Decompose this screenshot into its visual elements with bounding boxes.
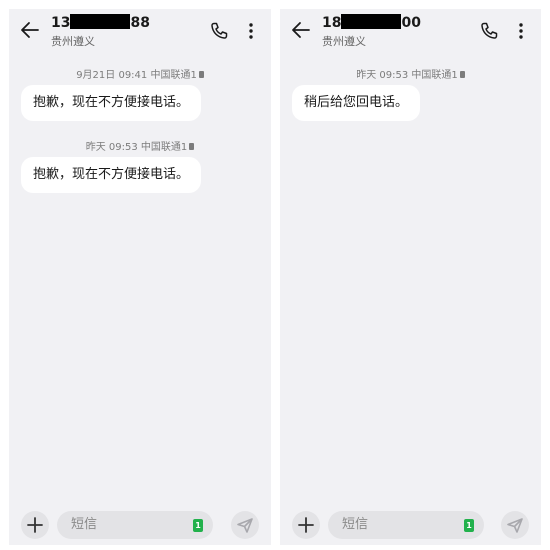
more-options-button[interactable] (515, 21, 527, 41)
message-meta: 昨天 09:53 中国联通1 (9, 138, 271, 153)
redaction-bar (341, 14, 402, 29)
message-bubble[interactable]: 稍后给您回电话。 (292, 85, 421, 121)
contact-number: 18 00 (322, 14, 421, 31)
conversation-screen-right: 18 00 贵州遵义 昨天 09:53 中国联通1 稍后给您回电话。 短信 1 (280, 9, 541, 545)
message-meta: 9月21日 09:41 中国联通1 (9, 66, 271, 81)
more-vertical-icon (519, 23, 523, 39)
composer-bar: 短信 1 (9, 505, 271, 545)
add-attachment-button[interactable] (21, 511, 49, 539)
message-input[interactable]: 短信 1 (328, 511, 484, 539)
sim-card-icon (198, 71, 204, 78)
send-button[interactable] (231, 511, 259, 539)
message-input[interactable]: 短信 1 (57, 511, 213, 539)
more-options-button[interactable] (245, 21, 257, 41)
back-button[interactable] (19, 19, 41, 41)
contact-number: 13 88 (51, 14, 150, 31)
phone-call-icon (211, 22, 228, 39)
sim-select-badge[interactable]: 1 (193, 519, 203, 532)
redaction-bar (70, 14, 131, 29)
sim-select-badge[interactable]: 1 (464, 519, 474, 532)
contact-location: 贵州遵义 (51, 35, 95, 48)
message-bubble[interactable]: 抱歉，现在不方便接电话。 (21, 85, 202, 121)
conversation-screen-left: 13 88 贵州遵义 9月21日 09:41 中国联通1 抱歉，现在不方便接电话。… (9, 9, 271, 545)
send-icon (237, 518, 253, 533)
call-button[interactable] (479, 21, 499, 41)
conversation-header: 18 00 贵州遵义 (280, 9, 541, 51)
send-button[interactable] (501, 511, 529, 539)
plus-icon (298, 517, 314, 533)
number-prefix: 18 (322, 15, 342, 31)
number-prefix: 13 (51, 15, 71, 31)
send-icon (507, 518, 523, 533)
call-button[interactable] (209, 21, 229, 41)
back-arrow-icon (292, 22, 310, 38)
composer-bar: 短信 1 (280, 505, 541, 545)
number-suffix: 00 (401, 15, 421, 31)
number-suffix: 88 (130, 15, 150, 31)
message-input-placeholder: 短信 (342, 517, 369, 532)
message-bubble[interactable]: 抱歉，现在不方便接电话。 (21, 157, 202, 193)
phone-call-icon (481, 22, 498, 39)
message-meta: 昨天 09:53 中国联通1 (280, 66, 541, 81)
sim-card-icon (459, 71, 465, 78)
plus-icon (27, 517, 43, 533)
add-attachment-button[interactable] (292, 511, 320, 539)
sim-card-icon (189, 143, 195, 150)
message-input-placeholder: 短信 (71, 517, 98, 532)
back-arrow-icon (21, 22, 39, 38)
contact-location: 贵州遵义 (322, 35, 366, 48)
back-button[interactable] (290, 19, 312, 41)
conversation-header: 13 88 贵州遵义 (9, 9, 271, 51)
more-vertical-icon (249, 23, 253, 39)
